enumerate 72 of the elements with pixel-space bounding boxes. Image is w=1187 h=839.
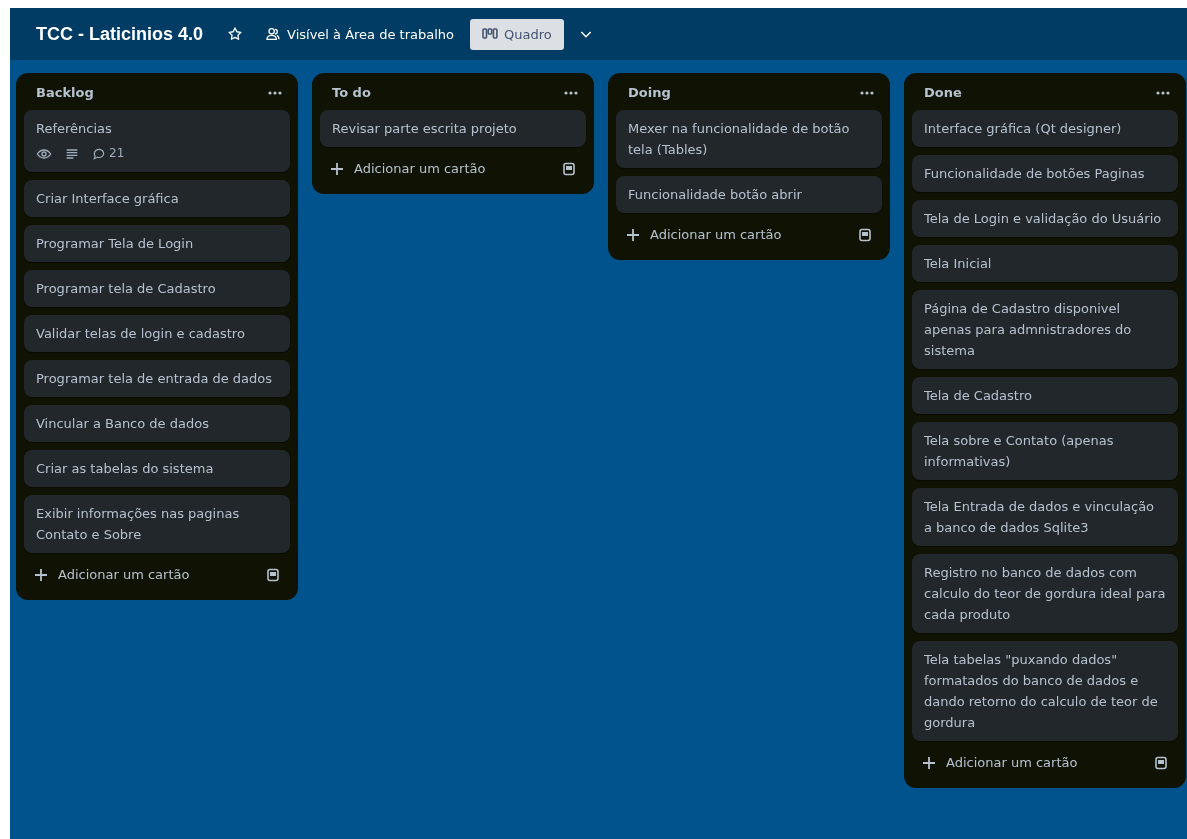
more-icon — [564, 90, 578, 95]
board-title[interactable]: TCC - Laticinios 4.0 — [30, 19, 210, 49]
card[interactable]: Criar as tabelas do sistema — [24, 450, 290, 487]
card-title: Página de Cadastro disponivel apenas para admnistradores do sistema — [924, 301, 1132, 358]
more-icon — [860, 90, 874, 95]
card[interactable]: Tela de Cadastro — [912, 377, 1178, 414]
card[interactable]: Tela tabelas "puxando dados" formatados do banco de dados e dando retorno do calculo de teor de gordura — [912, 641, 1178, 741]
card-title: Programar tela de entrada de dados — [36, 371, 273, 386]
card-title: Vincular a Banco de dados — [36, 416, 209, 431]
card[interactable]: Página de Cadastro disponivel apenas para admnistradores do sistema — [912, 290, 1178, 369]
comment-count: 21 — [109, 145, 125, 162]
card-title: Criar Interface gráfica — [36, 191, 179, 206]
card-title: Tela Inicial — [924, 256, 992, 271]
add-card-button[interactable]: Adicionar um cartão — [620, 221, 788, 248]
template-icon — [562, 161, 576, 176]
card[interactable]: Tela de Login e validação do Usuário — [912, 200, 1178, 237]
card[interactable]: Programar tela de entrada de dados — [24, 360, 290, 397]
card-title: Revisar parte escrita projeto — [332, 121, 517, 136]
card[interactable]: Funcionalidade botão abrir — [616, 176, 882, 213]
list-title[interactable]: Done — [924, 85, 962, 100]
card-title: Registro no banco de dados com calculo do teor de gordura ideal para cada produto — [924, 565, 1166, 622]
card[interactable]: Tela sobre e Contato (apenas informativas) — [912, 422, 1178, 480]
card-title: Tela de Login e validação do Usuário — [924, 211, 1162, 226]
more-icon — [1156, 90, 1170, 95]
card[interactable]: Exibir informações nas paginas Contato e Sobre — [24, 495, 290, 553]
list-title[interactable]: Doing — [628, 85, 671, 100]
card-title: Tela sobre e Contato (apenas informativas) — [924, 433, 1114, 469]
card[interactable]: Programar tela de Cadastro — [24, 270, 290, 307]
card-title: Programar Tela de Login — [36, 236, 194, 251]
card[interactable]: Mexer na funcionalidade de botão tela (Tables) — [616, 110, 882, 168]
card[interactable]: Tela Entrada de dados e vinculação a banco de dados Sqlite3 — [912, 488, 1178, 546]
card[interactable]: Revisar parte escrita projeto — [320, 110, 586, 147]
card-title: Referências — [36, 121, 112, 136]
card-title: Programar tela de Cadastro — [36, 281, 216, 296]
more-icon — [268, 90, 282, 95]
people-icon — [265, 26, 282, 42]
star-icon — [227, 26, 244, 42]
card-title: Tela tabelas "puxando dados" formatados do banco de dados e dando retorno do calculo de teor de gordura — [924, 652, 1158, 730]
plus-icon — [330, 161, 344, 176]
card-title: Tela Entrada de dados e vinculação a banco de dados Sqlite3 — [924, 499, 1155, 535]
card[interactable]: Interface gráfica (Qt designer) — [912, 110, 1178, 147]
card[interactable]: Tela Inicial — [912, 245, 1178, 282]
card[interactable]: Referências 21 — [24, 110, 290, 172]
card-title: Exibir informações nas paginas Contato e Sobre — [36, 506, 240, 542]
list-title[interactable]: Backlog — [36, 85, 94, 100]
board-view-button[interactable]: Quadro — [470, 18, 564, 50]
template-icon — [858, 227, 872, 242]
card[interactable]: Funcionalidade de botões Paginas — [912, 155, 1178, 192]
card-title: Mexer na funcionalidade de botão tela (Tables) — [628, 121, 850, 157]
card[interactable]: Criar Interface gráfica — [24, 180, 290, 217]
card[interactable]: Vincular a Banco de dados — [24, 405, 290, 442]
card-title: Tela de Cadastro — [924, 388, 1032, 403]
add-card-button[interactable]: Adicionar um cartão — [28, 561, 196, 588]
template-icon — [266, 567, 280, 582]
plus-icon — [34, 567, 48, 582]
plus-icon — [626, 227, 640, 242]
plus-icon — [922, 755, 936, 770]
card-title: Funcionalidade botão abrir — [628, 187, 802, 202]
card[interactable]: Programar Tela de Login — [24, 225, 290, 262]
card-title: Interface gráfica (Qt designer) — [924, 121, 1122, 136]
visibility-button[interactable]: Visível à Área de trabalho — [257, 20, 463, 48]
comment-icon — [92, 146, 106, 161]
template-icon — [1154, 755, 1168, 770]
card-title: Validar telas de login e cadastro — [36, 326, 245, 341]
add-card-button[interactable]: Adicionar um cartão — [324, 155, 492, 182]
list-title[interactable]: To do — [332, 85, 371, 100]
card-title: Criar as tabelas do sistema — [36, 461, 214, 476]
board-icon — [482, 28, 499, 40]
card[interactable]: Registro no banco de dados com calculo do teor de gordura ideal para cada produto — [912, 554, 1178, 633]
card-title: Funcionalidade de botões Paginas — [924, 166, 1145, 181]
add-card-button[interactable]: Adicionar um cartão — [916, 749, 1084, 776]
card[interactable]: Validar telas de login e cadastro — [24, 315, 290, 352]
